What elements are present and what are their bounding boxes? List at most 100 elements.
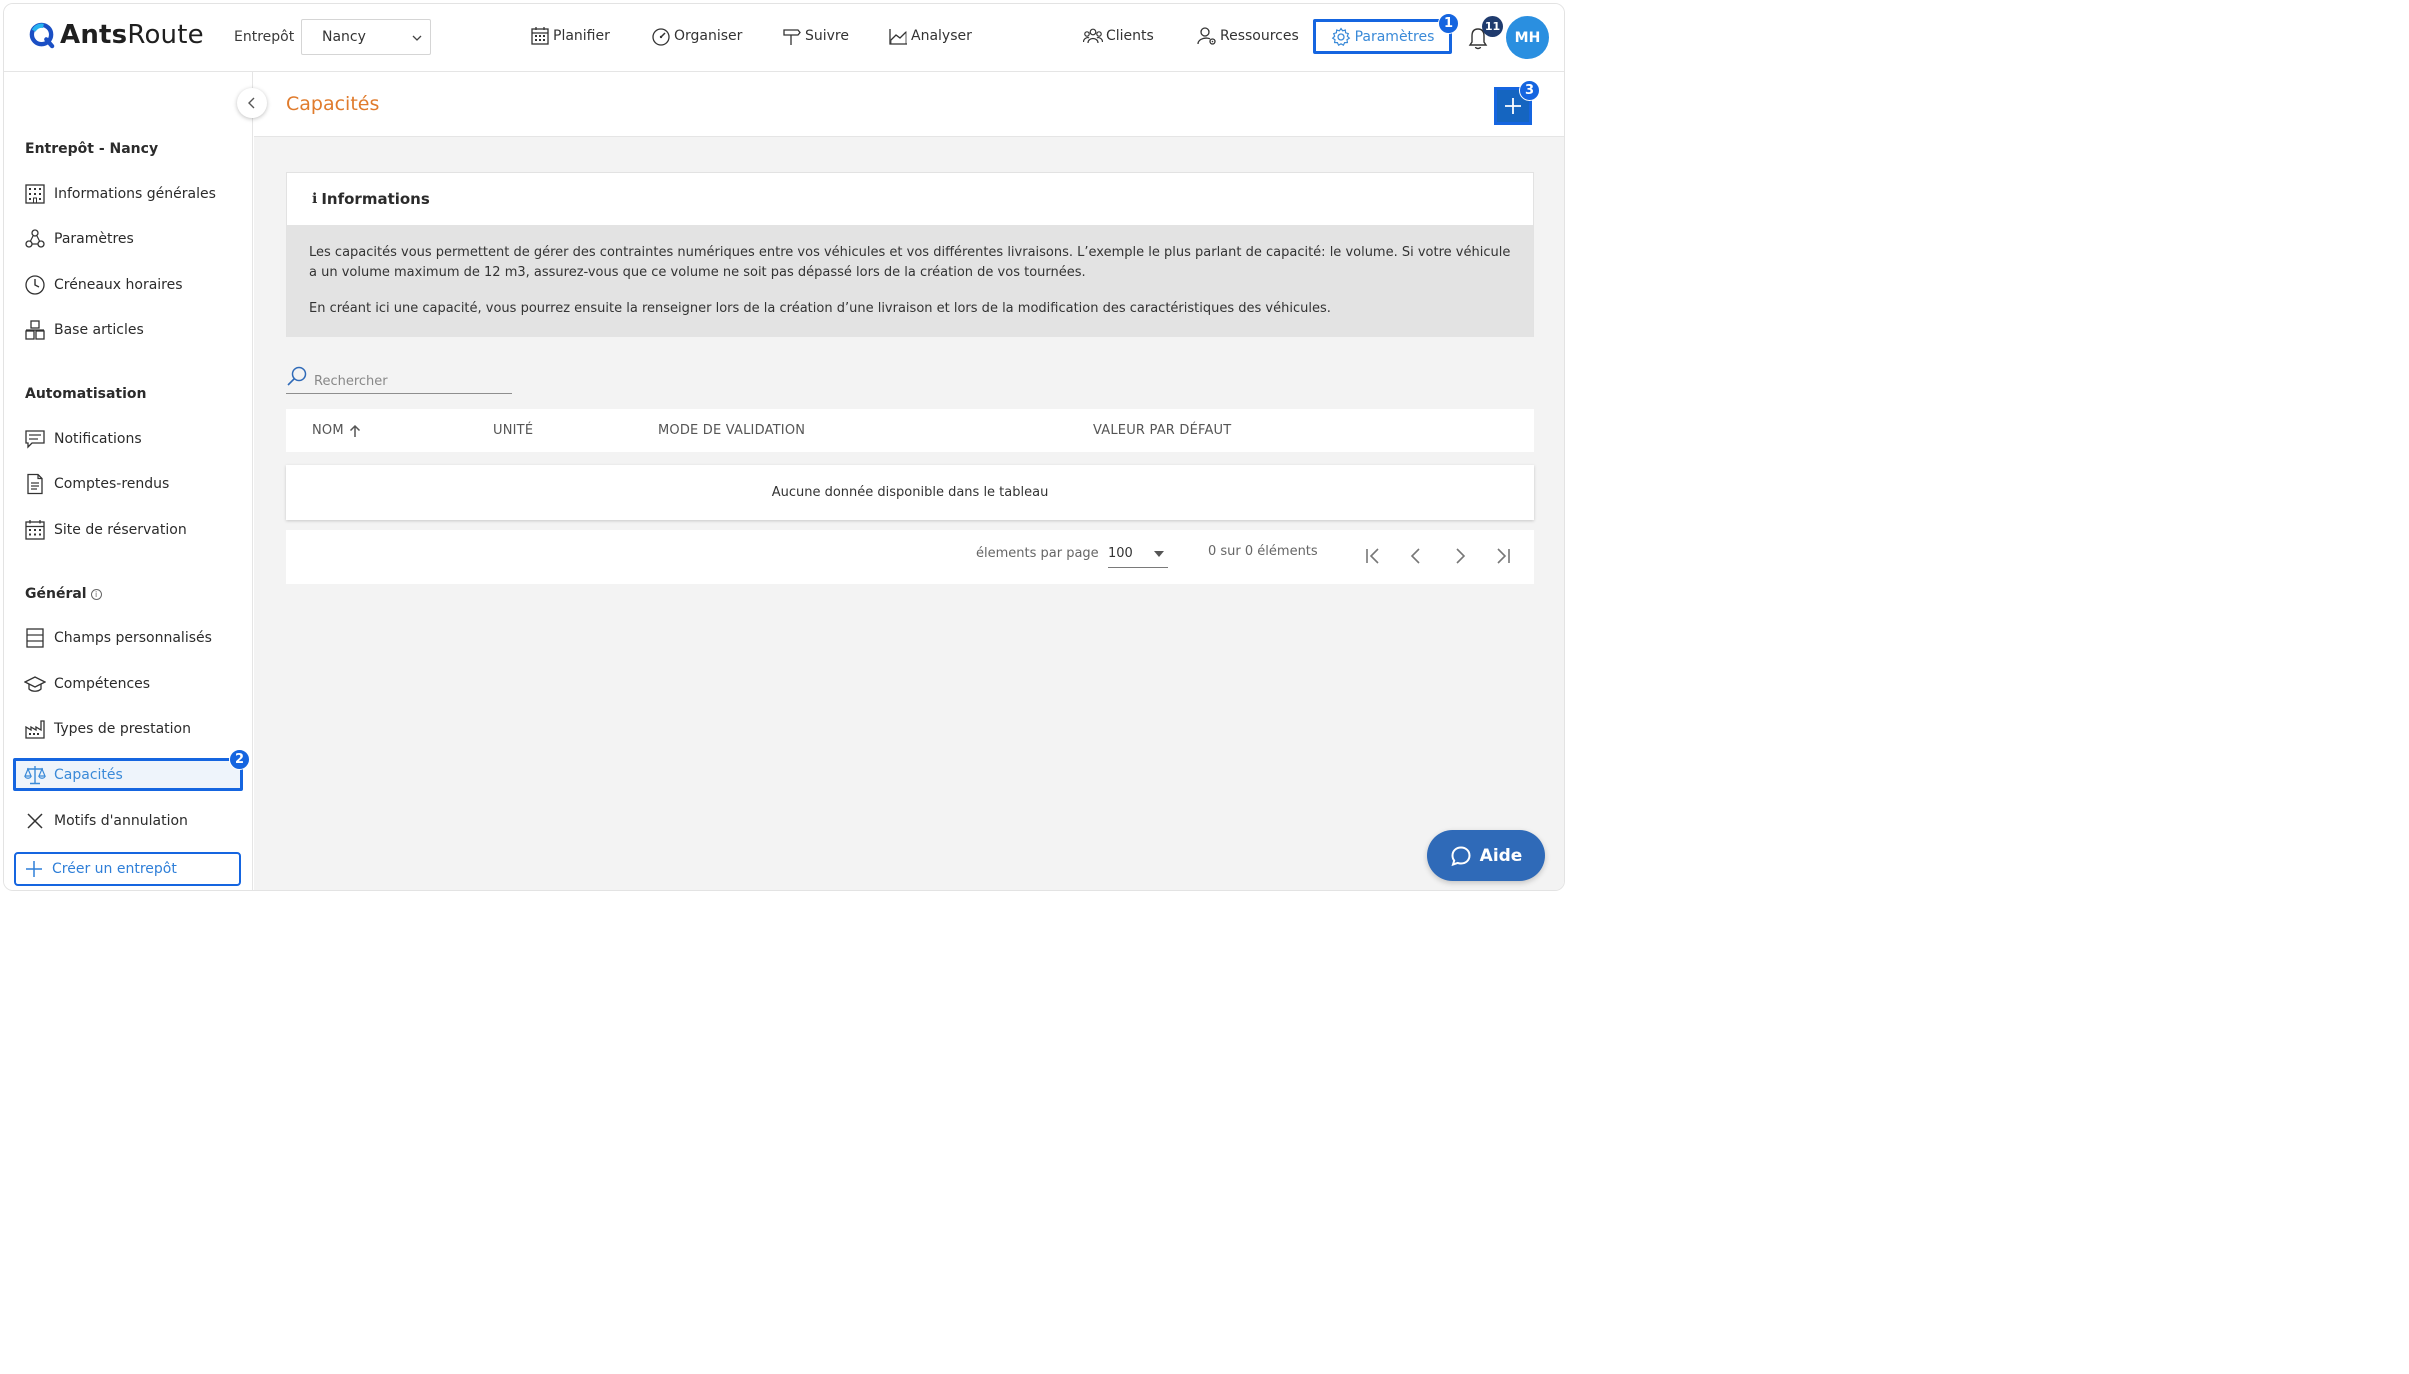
graduation-cap-icon: [24, 676, 46, 692]
chart-icon: [889, 29, 907, 45]
factory-icon: [25, 720, 45, 739]
column-header-unite[interactable]: UNITÉ: [493, 423, 533, 438]
chevron-left-icon: [1410, 548, 1420, 564]
nav-ressources[interactable]: Ressources: [1197, 26, 1299, 46]
info-icon: ℹ: [312, 191, 318, 207]
sidebar-item-creneaux-horaires[interactable]: Créneaux horaires: [21, 270, 243, 300]
nav-suivre[interactable]: Suivre: [782, 26, 849, 46]
previous-page-button[interactable]: [1404, 544, 1428, 568]
sidebar-item-comptes-rendus[interactable]: Comptes-rendus: [21, 469, 243, 499]
sidebar-item-champs-personnalises[interactable]: Champs personnalisés: [21, 623, 243, 653]
column-header-label: MODE DE VALIDATION: [658, 423, 806, 438]
search-field[interactable]: [286, 362, 512, 394]
info-card-body: Les capacités vous permettent de gérer d…: [287, 225, 1533, 337]
nav-clients[interactable]: Clients: [1083, 26, 1154, 46]
sidebar: Entrepôt - Nancy Informations générales …: [4, 72, 253, 890]
first-page-icon: [1366, 548, 1379, 564]
column-header-nom[interactable]: NOM: [312, 423, 361, 438]
help-button-label: Aide: [1479, 845, 1523, 866]
list-fields-icon: [26, 628, 44, 648]
nav-label: Suivre: [805, 28, 849, 44]
column-header-mode-validation[interactable]: MODE DE VALIDATION: [658, 423, 805, 438]
message-icon: [25, 430, 45, 449]
chat-bubble-icon: [1451, 845, 1471, 866]
settings-nodes-icon: [25, 229, 45, 248]
column-header-label: NOM: [312, 423, 344, 438]
sidebar-item-notifications[interactable]: Notifications: [21, 424, 243, 454]
info-paragraph: Les capacités vous permettent de gérer d…: [309, 245, 1511, 280]
items-per-page-value: 100: [1108, 546, 1133, 561]
document-icon: [27, 473, 43, 495]
arrow-up-icon: [349, 424, 360, 437]
items-per-page-select[interactable]: 100: [1108, 542, 1168, 568]
sidebar-section-warehouse: Entrepôt - Nancy: [25, 141, 159, 157]
create-warehouse-label: Créer un entrepôt: [52, 861, 177, 877]
sidebar-item-competences[interactable]: Compétences: [21, 669, 243, 699]
step-badge-2: 2: [229, 749, 250, 770]
last-page-icon: [1497, 548, 1510, 564]
avatar[interactable]: MH: [1506, 16, 1549, 59]
main-content: Capacités 3 ℹ Informations Les capacités…: [254, 72, 1564, 890]
sidebar-item-label: Paramètres: [54, 231, 134, 247]
user-gear-icon: [1197, 27, 1216, 45]
warehouse-select-value: Nancy: [322, 29, 366, 45]
sidebar-item-label: Créneaux horaires: [54, 277, 183, 293]
sidebar-item-types-de-prestation[interactable]: Types de prestation: [21, 714, 243, 744]
notification-count-badge: 11: [1482, 16, 1503, 37]
warehouse-label: Entrepôt: [234, 29, 295, 45]
scale-icon: [24, 765, 46, 784]
paginator: élements par page 100 0 sur 0 éléments: [286, 530, 1534, 584]
nav-analyser[interactable]: Analyser: [888, 26, 972, 46]
nav-label: Ressources: [1220, 28, 1299, 44]
collapse-sidebar-button[interactable]: [237, 88, 267, 118]
create-warehouse-button[interactable]: Créer un entrepôt: [14, 852, 241, 886]
sidebar-item-capacites[interactable]: Capacités: [13, 758, 243, 791]
app-window: AntsRoute Entrepôt Nancy Planifier Organ…: [3, 3, 1565, 891]
signpost-icon: [783, 29, 801, 45]
info-card-title: Informations: [321, 190, 430, 208]
nav-label: Planifier: [553, 28, 610, 44]
last-page-button[interactable]: [1491, 544, 1515, 568]
calendar-grid-icon: [25, 520, 45, 540]
info-card: ℹ Informations Les capacités vous permet…: [286, 172, 1534, 337]
nav-label: Paramètres: [1354, 28, 1435, 45]
sidebar-item-motifs-annulation[interactable]: Motifs d'annulation: [21, 806, 243, 836]
sidebar-item-label: Compétences: [54, 676, 151, 692]
sidebar-item-label: Types de prestation: [54, 721, 191, 737]
sidebar-item-label: Comptes-rendus: [54, 476, 170, 492]
help-button[interactable]: Aide: [1427, 830, 1545, 881]
nav-planifier[interactable]: Planifier: [530, 26, 610, 46]
nav-organiser[interactable]: Organiser: [651, 26, 742, 46]
sidebar-item-parametres[interactable]: Paramètres: [21, 224, 243, 254]
column-header-valeur-defaut[interactable]: VALEUR PAR DÉFAUT: [1093, 423, 1231, 438]
nav-parametres[interactable]: Paramètres: [1313, 19, 1452, 54]
chevron-left-icon: [248, 97, 255, 109]
sidebar-section-automatisation: Automatisation: [25, 386, 147, 402]
warehouse-select[interactable]: Nancy: [301, 19, 431, 55]
chevron-down-icon: [412, 35, 422, 41]
chevron-right-icon: [1456, 548, 1466, 564]
nav-label: Analyser: [911, 28, 972, 44]
sidebar-item-label: Informations générales: [54, 186, 216, 202]
sidebar-item-site-de-reservation[interactable]: Site de réservation: [21, 515, 243, 545]
antsroute-logo[interactable]: AntsRoute: [28, 20, 204, 50]
building-icon: [25, 184, 45, 204]
sidebar-item-label: Base articles: [54, 322, 144, 338]
plus-icon: [1505, 98, 1521, 114]
sidebar-section-general-label: Général: [25, 586, 87, 602]
items-per-page-label: élements par page: [976, 546, 1099, 561]
info-circle-icon[interactable]: i: [90, 589, 102, 600]
first-page-button[interactable]: [1361, 544, 1385, 568]
search-input[interactable]: [314, 374, 494, 389]
info-paragraph: En créant ici une capacité, vous pourrez…: [309, 301, 1331, 316]
next-page-button[interactable]: [1448, 544, 1472, 568]
nav-label: Organiser: [674, 28, 743, 44]
sidebar-item-base-articles[interactable]: Base articles: [21, 315, 243, 345]
page-header: Capacités 3: [254, 72, 1564, 137]
clock-icon: [25, 275, 45, 295]
logo-text: AntsRoute: [60, 20, 204, 50]
ants-logo-icon: [29, 22, 55, 48]
sidebar-section-general: Général i: [25, 586, 102, 602]
sidebar-item-informations-generales[interactable]: Informations générales: [21, 179, 243, 209]
sidebar-item-label: Notifications: [54, 431, 142, 447]
